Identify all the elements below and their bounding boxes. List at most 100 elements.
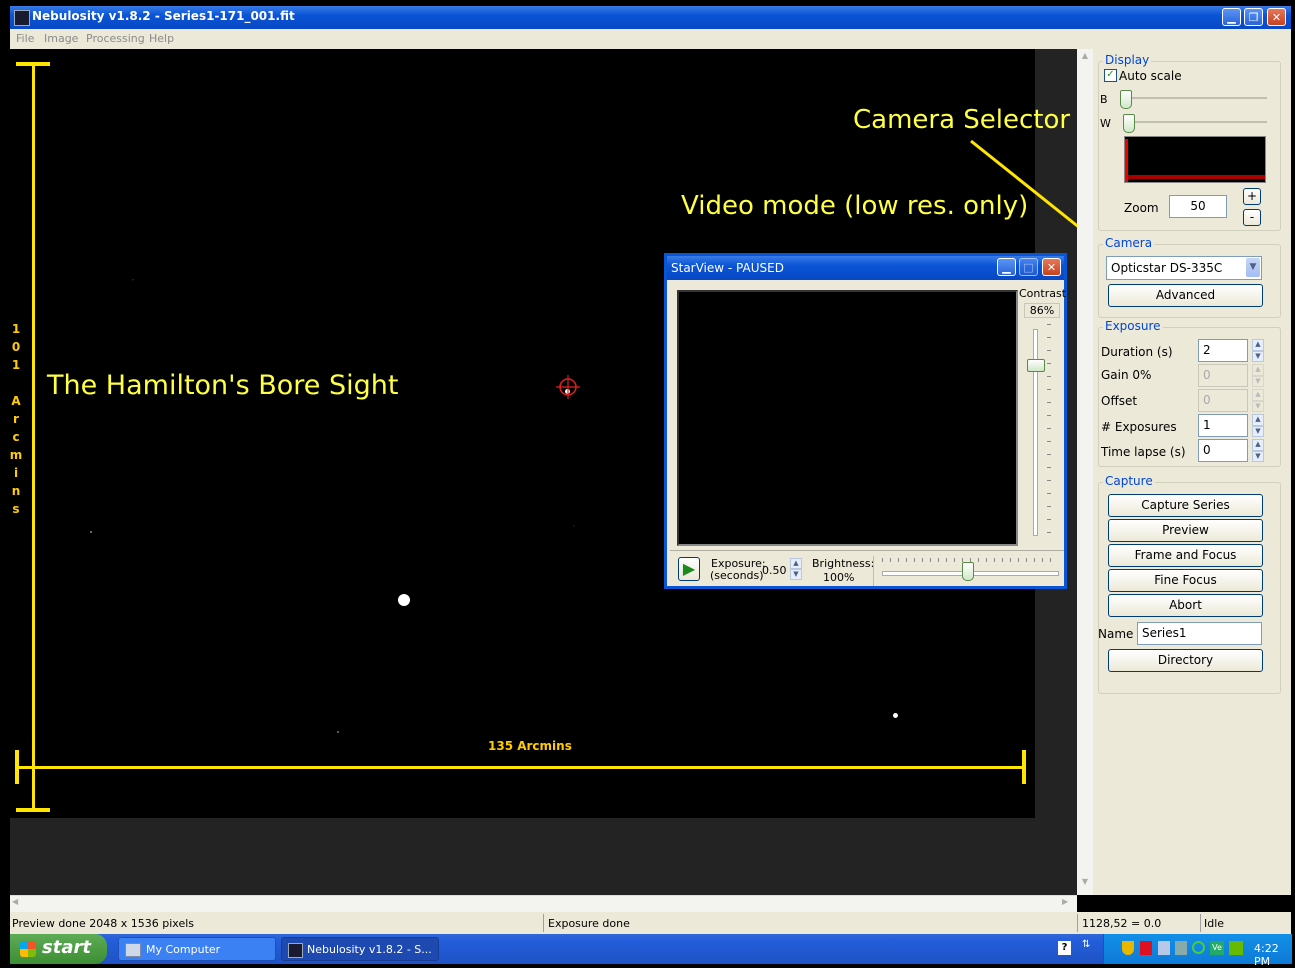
bright-star bbox=[398, 594, 410, 606]
status-separator bbox=[543, 914, 544, 932]
star bbox=[90, 531, 92, 533]
vm-icon[interactable]: Ve bbox=[1210, 941, 1224, 955]
task-my-computer[interactable]: My Computer bbox=[118, 937, 276, 961]
contrast-slider-thumb[interactable] bbox=[1027, 359, 1045, 372]
abort-button[interactable]: Abort bbox=[1108, 594, 1263, 617]
display-group-label: Display bbox=[1103, 53, 1152, 67]
camera-select[interactable]: Opticstar DS-335C bbox=[1106, 256, 1262, 280]
vertical-char: r bbox=[13, 412, 19, 426]
fine-focus-button[interactable]: Fine Focus bbox=[1108, 569, 1263, 592]
contrast-slider[interactable] bbox=[1027, 324, 1057, 539]
exposure-group-label: Exposure bbox=[1103, 319, 1163, 333]
horizontal-measure-label: 135 Arcmins bbox=[488, 739, 572, 753]
gain-label: Gain 0% bbox=[1101, 368, 1152, 382]
scroll-left-arrow[interactable]: ◀ bbox=[12, 897, 18, 906]
brightness-label: Brightness: bbox=[812, 557, 875, 570]
brightness-slider-thumb[interactable] bbox=[962, 562, 974, 581]
time-lapse-spin-up[interactable]: ▲ bbox=[1252, 439, 1264, 451]
b-slider-thumb[interactable] bbox=[1120, 90, 1132, 109]
auto-scale-checkbox[interactable]: ✓ bbox=[1104, 69, 1117, 82]
scroll-up-arrow[interactable]: ▲ bbox=[1078, 51, 1092, 65]
title-bar[interactable]: Nebulosity v1.8.2 - Series1-171_001.fit … bbox=[10, 6, 1291, 29]
b-label: B bbox=[1100, 93, 1108, 106]
update-icon[interactable] bbox=[1192, 941, 1205, 954]
nvidia-icon[interactable] bbox=[1229, 941, 1243, 955]
clock: 4:22 PM bbox=[1254, 942, 1279, 968]
starview-maximize-button[interactable]: □ bbox=[1019, 258, 1038, 276]
num-exposures-spin-down[interactable]: ▼ bbox=[1252, 426, 1264, 437]
preview-button[interactable]: Preview bbox=[1108, 519, 1263, 542]
time-lapse-spin-down[interactable]: ▼ bbox=[1252, 451, 1264, 462]
language-icon[interactable]: ⇅ bbox=[1082, 939, 1090, 950]
vertical-scrollbar[interactable]: ▲ ▼ bbox=[1077, 49, 1093, 895]
vertical-char: i bbox=[13, 466, 19, 480]
scroll-down-arrow[interactable]: ▼ bbox=[1078, 877, 1092, 891]
vertical-char: n bbox=[11, 484, 21, 498]
horizontal-scrollbar[interactable]: ◀ ▶ bbox=[10, 895, 1077, 912]
starview-exposure-spin-down[interactable]: ▼ bbox=[790, 569, 802, 580]
zoom-field[interactable]: 50 bbox=[1169, 195, 1227, 218]
starview-dialog[interactable]: StarView - PAUSED ▁ □ ✕ Contrast 86% ▶ E… bbox=[664, 253, 1067, 589]
offset-spin-down: ▼ bbox=[1252, 401, 1264, 412]
vertical-measure-line bbox=[32, 64, 35, 811]
shield-icon[interactable] bbox=[1122, 941, 1134, 955]
scroll-right-arrow[interactable]: ▶ bbox=[1062, 897, 1068, 906]
horizontal-measure-cap-left bbox=[15, 750, 19, 784]
display-icon[interactable] bbox=[1175, 941, 1187, 955]
camera-select-dropdown-icon[interactable]: ▼ bbox=[1246, 258, 1260, 277]
task-nebulosity[interactable]: Nebulosity v1.8.2 - S... bbox=[281, 937, 439, 961]
starview-minimize-button[interactable]: ▁ bbox=[997, 258, 1016, 276]
gain-field: 0 bbox=[1198, 364, 1248, 387]
auto-scale-label[interactable]: Auto scale bbox=[1119, 69, 1182, 83]
contrast-label: Contrast bbox=[1019, 287, 1067, 300]
time-lapse-field[interactable]: 0 bbox=[1198, 439, 1248, 462]
advanced-button[interactable]: Advanced bbox=[1108, 284, 1263, 307]
menu-help[interactable]: Help bbox=[149, 32, 174, 45]
starview-close-button[interactable]: ✕ bbox=[1042, 258, 1061, 276]
window-title: Nebulosity v1.8.2 - Series1-171_001.fit bbox=[32, 9, 295, 23]
start-button[interactable]: start bbox=[10, 934, 107, 964]
num-exposures-label: # Exposures bbox=[1101, 420, 1177, 434]
horizontal-measure-cap-right bbox=[1022, 750, 1026, 784]
menu-file[interactable]: File bbox=[16, 32, 34, 45]
w-slider-track bbox=[1123, 121, 1267, 123]
name-field[interactable]: Series1 bbox=[1137, 622, 1262, 645]
help-icon[interactable]: ? bbox=[1058, 941, 1071, 955]
brightness-slider[interactable] bbox=[873, 556, 1059, 586]
directory-button[interactable]: Directory bbox=[1108, 649, 1263, 672]
video-mode-label: Video mode (low res. only) bbox=[681, 191, 1029, 221]
nebulosity-icon bbox=[288, 943, 303, 958]
w-label: W bbox=[1100, 117, 1111, 130]
zoom-in-button[interactable]: + bbox=[1243, 188, 1261, 205]
starview-title-bar[interactable]: StarView - PAUSED ▁ □ ✕ bbox=[667, 256, 1064, 280]
w-slider-thumb[interactable] bbox=[1123, 114, 1135, 133]
my-computer-icon bbox=[125, 943, 141, 957]
controls-divider bbox=[670, 550, 1064, 551]
minimize-button[interactable]: ▁ bbox=[1222, 8, 1241, 26]
network-icon[interactable] bbox=[1158, 941, 1170, 955]
vertical-measure-cap-bottom bbox=[16, 808, 50, 812]
starview-exposure-spin-up[interactable]: ▲ bbox=[790, 558, 802, 569]
name-label: Name bbox=[1098, 627, 1134, 641]
duration-spin-down[interactable]: ▼ bbox=[1252, 351, 1264, 362]
pdf-icon[interactable] bbox=[1140, 941, 1152, 955]
capture-group-label: Capture bbox=[1103, 474, 1155, 488]
play-button[interactable]: ▶ bbox=[678, 557, 700, 581]
brightness-value: 100% bbox=[823, 571, 855, 584]
frame-and-focus-button[interactable]: Frame and Focus bbox=[1108, 544, 1263, 567]
restore-button[interactable]: ❐ bbox=[1244, 8, 1263, 26]
num-exposures-field[interactable]: 1 bbox=[1198, 414, 1248, 437]
zoom-out-button[interactable]: - bbox=[1243, 209, 1261, 226]
capture-series-button[interactable]: Capture Series bbox=[1108, 494, 1263, 517]
duration-spin-up[interactable]: ▲ bbox=[1252, 339, 1264, 351]
num-exposures-spin-up[interactable]: ▲ bbox=[1252, 414, 1264, 426]
gain-spin-down: ▼ bbox=[1252, 376, 1264, 387]
menu-processing[interactable]: Processing bbox=[86, 32, 145, 45]
status-coords: 1128,52 = 0.0 bbox=[1082, 917, 1162, 930]
vertical-char: 1 bbox=[11, 358, 21, 372]
menu-image[interactable]: Image bbox=[44, 32, 78, 45]
close-button[interactable]: ✕ bbox=[1267, 8, 1286, 26]
duration-field[interactable]: 2 bbox=[1198, 339, 1248, 362]
vertical-char bbox=[9, 374, 23, 392]
starview-video-frame[interactable] bbox=[677, 290, 1018, 546]
